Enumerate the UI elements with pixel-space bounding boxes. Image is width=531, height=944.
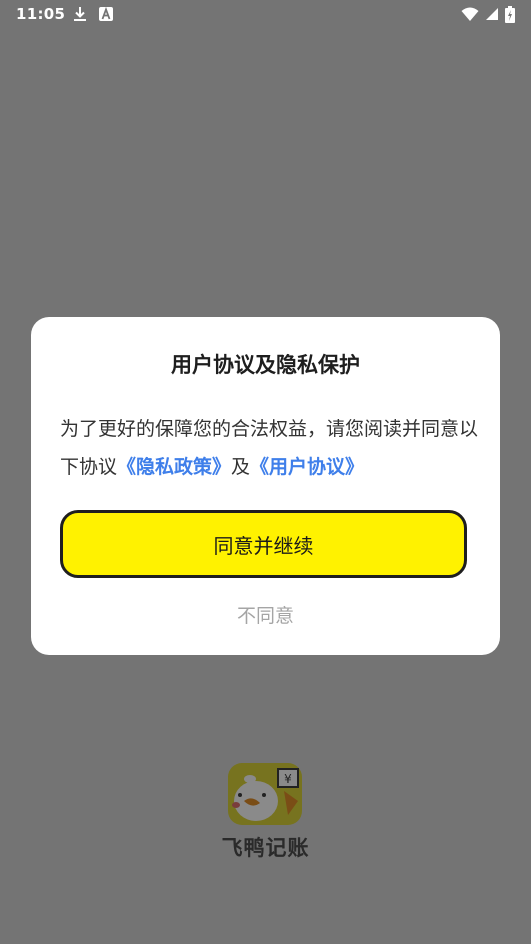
svg-text:¥: ¥ <box>284 772 292 786</box>
disagree-button[interactable]: 不同意 <box>31 601 500 628</box>
dialog-message: 为了更好的保障您的合法权益，请您阅读并同意以下协议《隐私政策》及《用户协议》 <box>60 410 480 486</box>
privacy-policy-link[interactable]: 《隐私政策》 <box>117 456 231 478</box>
wifi-icon <box>461 7 479 21</box>
status-bar: 11:05 <box>0 0 531 30</box>
dialog-title: 用户协议及隐私保护 <box>171 353 360 377</box>
status-time: 11:05 <box>16 5 66 23</box>
text-a-icon <box>99 6 113 21</box>
download-icon <box>74 7 86 21</box>
signal-icon <box>486 8 498 20</box>
battery-icon <box>505 5 515 23</box>
agreement-dialog: 用户协议及隐私保护 为了更好的保障您的合法权益，请您阅读并同意以下协议《隐私政策… <box>31 317 500 655</box>
agree-continue-button[interactable]: 同意并继续 <box>60 510 467 578</box>
screen: 11:05 用户协议及隐私保护 为了更好的保障您的合法权益，请您阅读并同意以下协… <box>0 0 531 944</box>
user-agreement-link[interactable]: 《用户协议》 <box>250 456 364 478</box>
dialog-message-connector: 及 <box>231 456 251 478</box>
status-right-icons <box>461 5 515 23</box>
app-name: 飞鸭记账 <box>221 836 310 860</box>
duck-logo-icon: ¥ <box>228 763 302 825</box>
